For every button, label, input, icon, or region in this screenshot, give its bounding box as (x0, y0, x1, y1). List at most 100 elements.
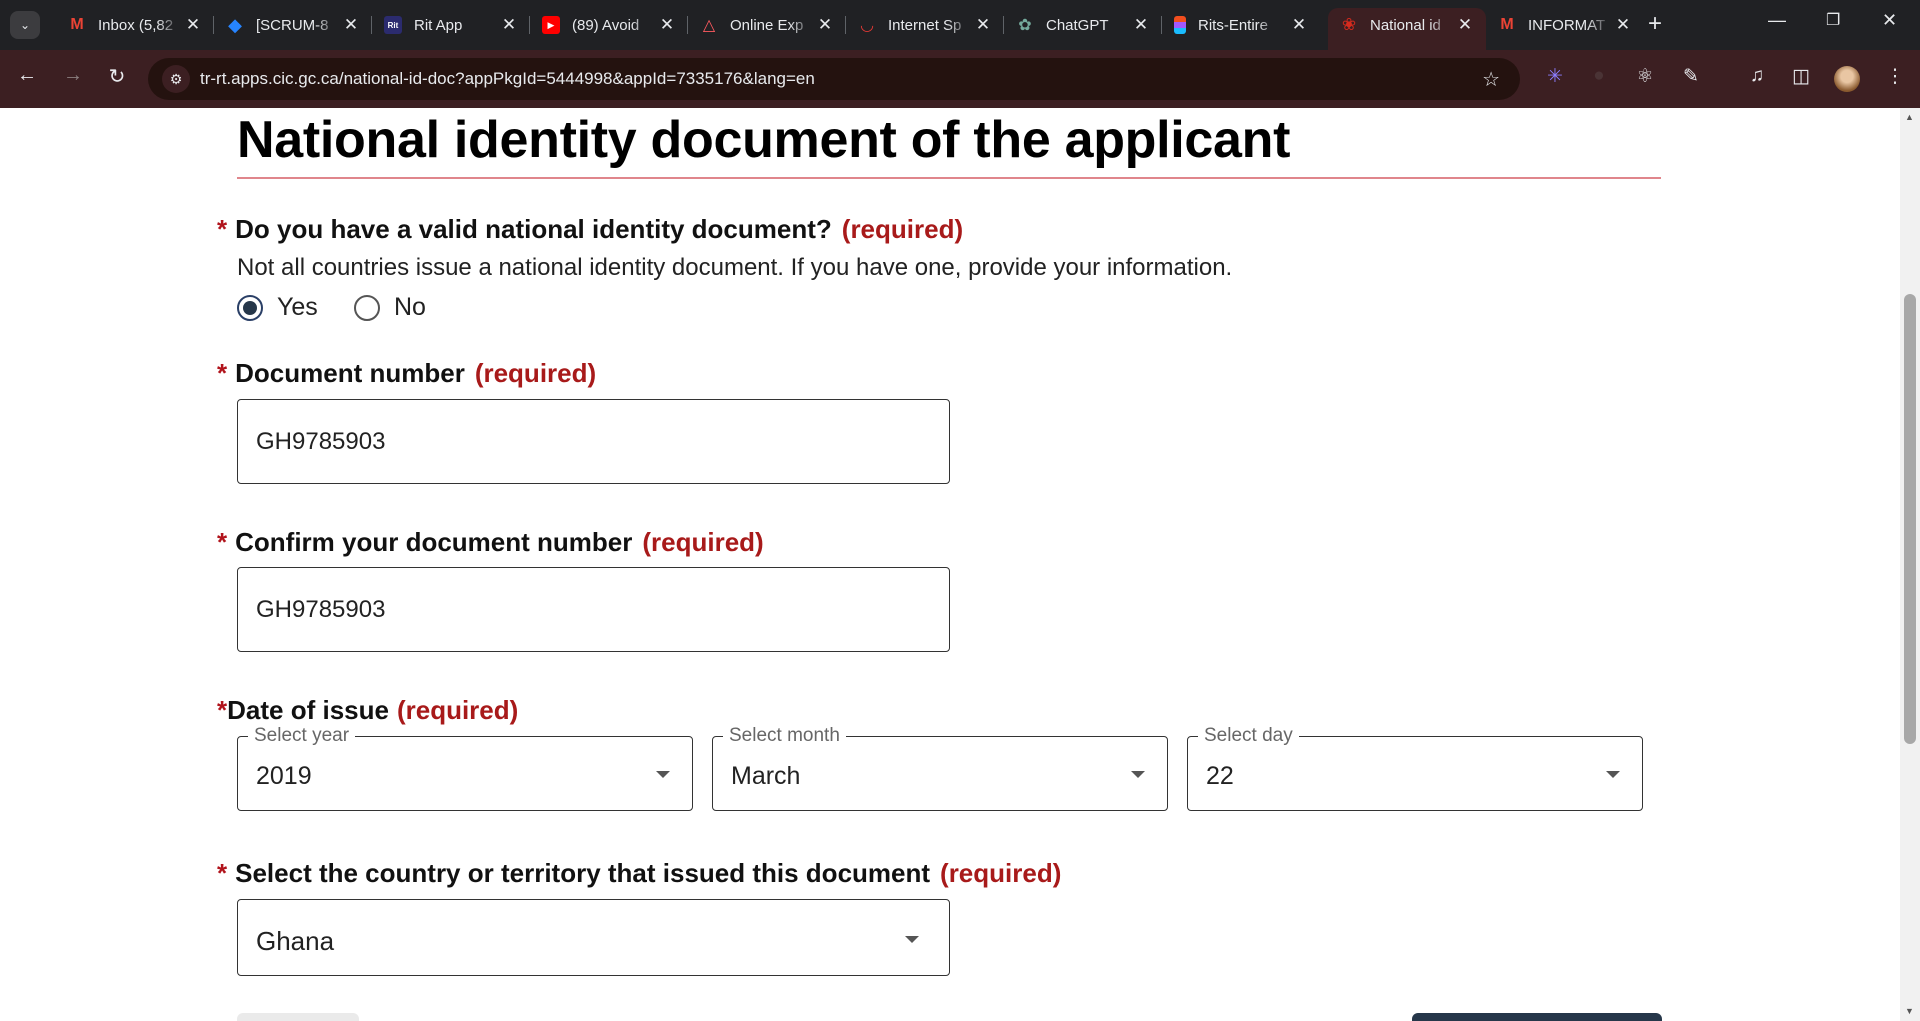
confirm-document-number-value: GH9785903 (256, 595, 386, 623)
radio-no[interactable]: No (354, 293, 426, 322)
address-url[interactable]: tr-rt.apps.cic.gc.ca/national-id-doc?app… (200, 69, 815, 89)
forward-arrow-icon[interactable]: → (58, 64, 88, 87)
minimize-icon[interactable]: — (1768, 10, 1786, 31)
tab-airbnb[interactable]: △ Online Exp ✕ (688, 8, 846, 42)
close-tab-icon[interactable]: ✕ (1456, 15, 1474, 35)
chatgpt-icon: ✿ (1018, 17, 1032, 34)
browser-menu-icon[interactable]: ⋮ (1882, 65, 1908, 88)
close-tab-icon[interactable]: ✕ (816, 15, 834, 35)
required-marker: (required) (396, 695, 519, 725)
close-tab-icon[interactable]: ✕ (1132, 15, 1150, 35)
radio-yes-label: Yes (277, 293, 318, 321)
tab-search-chevron-icon[interactable]: ⌄ (10, 11, 40, 39)
required-marker: (required) (841, 214, 964, 244)
confirm-document-number-input[interactable]: GH9785903 (237, 567, 950, 652)
close-tab-icon[interactable]: ✕ (184, 15, 202, 35)
secondary-button-partial[interactable] (237, 1013, 359, 1021)
scrollbar-thumb[interactable] (1904, 294, 1916, 744)
year-value: 2019 (256, 762, 312, 790)
tab-jira[interactable]: ◆ [SCRUM-8 ✕ (214, 8, 372, 42)
tab-youtube[interactable]: ▶ (89) Avoid ✕ (530, 8, 688, 42)
required-asterisk: * (217, 214, 228, 244)
confirm-document-number-label: * Confirm your document number (required) (217, 527, 764, 558)
media-controls-icon[interactable]: ♫ (1744, 65, 1770, 87)
required-marker: (required) (474, 358, 597, 388)
close-tab-icon[interactable]: ✕ (342, 15, 360, 35)
tab-national-id-active[interactable]: ❀ National id ✕ (1328, 8, 1486, 50)
radio-yes[interactable]: Yes (237, 293, 318, 322)
field-label: Select the country or territory that iss… (235, 858, 931, 888)
extension-sparkle-icon[interactable]: ✳ (1542, 65, 1568, 88)
address-bar[interactable]: ⚙ tr-rt.apps.cic.gc.ca/national-id-doc?a… (148, 58, 1520, 100)
tab-speedtest[interactable]: ◡ Internet Sp ✕ (846, 8, 1004, 42)
has-national-id-question: * Do you have a valid national identity d… (217, 214, 963, 245)
field-label: Confirm your document number (235, 527, 633, 557)
close-window-icon[interactable]: ✕ (1882, 10, 1897, 31)
back-arrow-icon[interactable]: ← (12, 64, 42, 87)
field-label: Date of issue (227, 695, 389, 725)
required-marker: (required) (940, 858, 1062, 888)
airbnb-icon: △ (702, 17, 716, 34)
tab-strip: ⌄ M Inbox (5,82 ✕ ◆ [SCRUM-8 ✕ Rit Rit A… (0, 0, 1920, 50)
required-asterisk: * (217, 358, 228, 388)
tab-gmail-inbox[interactable]: M Inbox (5,82 ✕ (56, 8, 214, 42)
close-tab-icon[interactable]: ✕ (500, 15, 518, 35)
scroll-up-arrow-icon[interactable]: ▲ (1905, 112, 1914, 122)
country-value: Ghana (256, 926, 335, 956)
day-legend: Select day (1198, 725, 1299, 747)
month-select[interactable]: Select month March (712, 725, 1168, 811)
maple-leaf-icon: ❀ (1341, 15, 1357, 34)
page-scrollbar[interactable]: ▲ ▼ (1900, 108, 1920, 1021)
required-marker: (required) (642, 527, 764, 557)
gmail-icon: M (70, 16, 84, 33)
side-panel-icon[interactable]: ◫ (1788, 65, 1814, 88)
document-number-value: GH9785903 (256, 427, 386, 455)
bookmark-star-icon[interactable]: ☆ (1482, 67, 1500, 92)
react-devtools-icon[interactable]: ⚛ (1632, 65, 1658, 88)
tab-chatgpt[interactable]: ✿ ChatGPT ✕ (1004, 8, 1162, 42)
day-value: 22 (1206, 762, 1234, 790)
browser-toolbar: ← → ↻ ⚙ tr-rt.apps.cic.gc.ca/national-id… (0, 50, 1920, 108)
required-asterisk: * (217, 695, 228, 725)
close-tab-icon[interactable]: ✕ (1290, 15, 1308, 35)
tab-figma[interactable]: Rits-Entire ✕ (1162, 8, 1320, 42)
new-tab-plus-icon[interactable]: + (1648, 10, 1662, 38)
jira-icon: ◆ (228, 14, 242, 35)
page-content: National identity document of the applic… (0, 108, 1900, 1021)
extensions-puzzle-icon[interactable]: ✎ (1678, 65, 1704, 88)
site-settings-icon[interactable]: ⚙ (162, 65, 190, 93)
question-label: Do you have a valid national identity do… (235, 214, 832, 244)
title-divider (237, 177, 1661, 179)
close-tab-icon[interactable]: ✕ (1614, 15, 1632, 35)
radio-unselected-icon[interactable] (354, 294, 380, 321)
primary-button-partial[interactable] (1412, 1013, 1662, 1021)
month-value: March (731, 762, 801, 790)
document-number-input[interactable]: GH9785903 (237, 399, 950, 484)
scroll-down-arrow-icon[interactable]: ▼ (1905, 1006, 1914, 1016)
year-select[interactable]: Select year 2019 (237, 725, 693, 811)
month-legend: Select month (723, 725, 846, 747)
day-select[interactable]: Select day 22 (1187, 725, 1643, 811)
radio-no-label: No (394, 293, 426, 321)
tab-gmail-informat[interactable]: M INFORMAT ✕ (1486, 8, 1644, 42)
radio-selected-icon[interactable] (237, 294, 263, 321)
year-legend: Select year (248, 725, 356, 747)
reload-icon[interactable]: ↻ (102, 64, 132, 89)
profile-avatar[interactable] (1834, 66, 1860, 92)
close-tab-icon[interactable]: ✕ (658, 15, 676, 35)
document-number-label: * Document number (required) (217, 358, 596, 389)
page-title: National identity document of the applic… (237, 111, 1291, 169)
extension-dark-icon[interactable]: ● (1586, 65, 1612, 87)
speedtest-icon: ◡ (860, 17, 874, 34)
date-of-issue-label: *Date of issue (required) (217, 695, 518, 726)
restore-icon[interactable]: ❐ (1826, 10, 1840, 30)
issuing-country-select[interactable]: Ghana (237, 899, 950, 976)
dropdown-caret-icon (656, 771, 670, 778)
required-asterisk: * (217, 527, 228, 557)
tab-rit-app[interactable]: Rit Rit App ✕ (372, 8, 530, 42)
figma-icon (1174, 16, 1186, 34)
close-tab-icon[interactable]: ✕ (974, 15, 992, 35)
issuing-country-label: * Select the country or territory that is… (217, 858, 1061, 889)
dropdown-caret-icon (1606, 771, 1620, 778)
field-label: Document number (235, 358, 465, 388)
